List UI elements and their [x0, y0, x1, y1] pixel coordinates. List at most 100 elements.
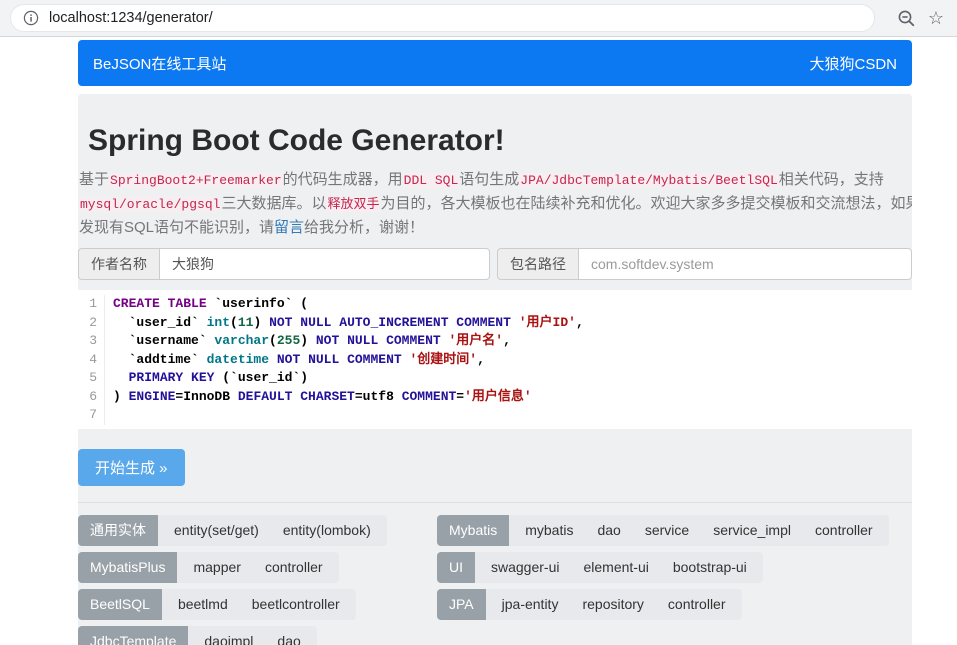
sql-token: NOT NULL COMMENT: [277, 352, 402, 367]
author-input[interactable]: [159, 248, 490, 280]
sql-token: '创建时间': [410, 352, 478, 367]
sql-token: varchar: [214, 333, 269, 348]
description-line: 发现有SQL语句不能识别，请留言给我分析，谢谢！: [79, 216, 912, 239]
line-number: 2: [78, 314, 105, 333]
sql-token: '用户信息': [464, 389, 532, 404]
description: 基于SpringBoot2+Freemarker的代码生成器，用DDL SQL语…: [78, 168, 912, 239]
url-text[interactable]: localhost:1234/generator/: [49, 10, 213, 26]
tag-items: daoimpl dao: [188, 626, 316, 645]
code-line: 6) ENGINE=InnoDB DEFAULT CHARSET=utf8 CO…: [78, 388, 912, 407]
tag-items: entity(set/get) entity(lombok): [158, 515, 387, 546]
inline-code: 释放双手: [326, 197, 380, 212]
tag-group-label: Mybatis: [437, 515, 509, 546]
code-line: 7: [78, 406, 912, 425]
sql-token: int: [207, 315, 230, 330]
author-input-group: 作者名称: [78, 248, 490, 280]
sql-token: COMMENT: [402, 389, 457, 404]
tag-group-row: BeetlSQLbeetlmdbeetlcontroller: [78, 589, 356, 620]
tag-items: swagger-ui element-ui bootstrap-ui: [475, 552, 763, 583]
template-link[interactable]: controller: [668, 596, 726, 612]
sql-token: ENGINE: [129, 389, 176, 404]
divider: [78, 502, 912, 503]
tag-group-row: 通用实体 entity(set/get) entity(lombok): [78, 515, 387, 546]
template-link[interactable]: bootstrap-ui: [673, 559, 747, 575]
tag-group-label: JdbcTemplate: [78, 626, 188, 645]
tag-group-row: MybatisPlusmappercontroller: [78, 552, 339, 583]
sql-token: =InnoDB: [175, 389, 237, 404]
sql-token: [113, 370, 129, 385]
line-number: 5: [78, 369, 105, 388]
code-text: PRIMARY KEY (`user_id`): [105, 369, 308, 388]
description-text: 为目的，各大模板也在陆续补充和优化。欢迎大家多多提交模板和交流想法，如果: [380, 195, 912, 212]
code-line: 3 `username` varchar(255) NOT NULL COMME…: [78, 332, 912, 351]
code-line: 1CREATE TABLE `userinfo` (: [78, 295, 912, 314]
star-icon[interactable]: ☆: [925, 7, 947, 29]
generate-button[interactable]: 开始生成 »: [78, 449, 185, 486]
template-link[interactable]: controller: [815, 522, 873, 538]
sql-token: 11: [238, 315, 254, 330]
tag-group-row: UIswagger-uielement-uibootstrap-ui: [437, 552, 763, 583]
tag-group-label: 通用实体: [78, 515, 158, 546]
template-link[interactable]: service: [645, 522, 689, 538]
package-input-group: 包名路径: [497, 248, 912, 280]
line-number: 4: [78, 351, 105, 370]
sql-token: ): [300, 333, 316, 348]
template-link[interactable]: swagger-ui: [491, 559, 559, 575]
sql-token: `addtime`: [113, 352, 207, 367]
sql-token: NOT NULL COMMENT: [316, 333, 441, 348]
page-title: Spring Boot Code Generator!: [78, 124, 912, 158]
description-text: 语句生成: [459, 171, 519, 188]
line-number: 7: [78, 406, 105, 425]
inline-code: DDL SQL: [403, 173, 460, 188]
sql-token: ): [253, 315, 269, 330]
tag-items: mapper controller: [177, 552, 338, 583]
browser-toolbar: localhost:1234/generator/ ☆: [0, 0, 957, 37]
description-line: 基于SpringBoot2+Freemarker的代码生成器，用DDL SQL语…: [79, 168, 912, 192]
navbar-csdn-link[interactable]: 大狼狗CSDN: [809, 53, 897, 74]
zoom-icon[interactable]: [895, 7, 917, 29]
page-body: BeJSON在线工具站 大狼狗CSDN Spring Boot Code Gen…: [0, 40, 957, 645]
info-icon[interactable]: [23, 10, 39, 26]
template-link[interactable]: element-ui: [583, 559, 648, 575]
sql-token: '用户名': [449, 333, 504, 348]
sql-token: (: [230, 315, 238, 330]
template-link[interactable]: mapper: [193, 559, 240, 575]
tags-column-left: 通用实体entity(set/get)entity(lombok)Mybatis…: [78, 515, 437, 645]
message-link[interactable]: 留言: [274, 219, 304, 236]
tag-items: beetlmd beetlcontroller: [162, 589, 356, 620]
line-number: 3: [78, 332, 105, 351]
sql-editor[interactable]: 1CREATE TABLE `userinfo` (2 `user_id` in…: [78, 290, 912, 429]
sql-token: CREATE TABLE: [113, 296, 207, 311]
template-link[interactable]: daoimpl: [204, 633, 253, 645]
sql-token: `username`: [113, 333, 214, 348]
inline-code: JPA/JdbcTemplate/Mybatis/BeetlSQL: [519, 173, 778, 188]
package-input[interactable]: [578, 248, 912, 280]
author-label: 作者名称: [78, 248, 159, 280]
sql-token: `user_id`: [113, 315, 207, 330]
description-text: 基于: [79, 171, 109, 188]
template-link[interactable]: repository: [582, 596, 643, 612]
template-link[interactable]: controller: [265, 559, 323, 575]
template-link[interactable]: dao: [597, 522, 620, 538]
address-bar[interactable]: localhost:1234/generator/: [10, 4, 875, 32]
sql-token: `userinfo` (: [207, 296, 308, 311]
template-link[interactable]: entity(lombok): [283, 522, 371, 538]
tags-column-right: Mybatismybatisdaoserviceservice_implcont…: [437, 515, 912, 645]
template-link[interactable]: service_impl: [713, 522, 791, 538]
template-link[interactable]: beetlcontroller: [252, 596, 340, 612]
line-number: 6: [78, 388, 105, 407]
navbar-brand[interactable]: BeJSON在线工具站: [93, 53, 226, 74]
tag-items: mybatis dao service service_impl controller: [509, 515, 888, 546]
template-link[interactable]: entity(set/get): [174, 522, 259, 538]
package-label: 包名路径: [497, 248, 578, 280]
sql-token: ,: [503, 333, 511, 348]
site-navbar: BeJSON在线工具站 大狼狗CSDN: [78, 40, 912, 86]
sql-token: =utf8: [355, 389, 402, 404]
sql-token: datetime: [207, 352, 269, 367]
template-link[interactable]: dao: [277, 633, 300, 645]
template-link[interactable]: mybatis: [525, 522, 573, 538]
sql-token: 255: [277, 333, 300, 348]
template-link[interactable]: beetlmd: [178, 596, 228, 612]
template-link[interactable]: jpa-entity: [502, 596, 559, 612]
code-text: `username` varchar(255) NOT NULL COMMENT…: [105, 332, 511, 351]
